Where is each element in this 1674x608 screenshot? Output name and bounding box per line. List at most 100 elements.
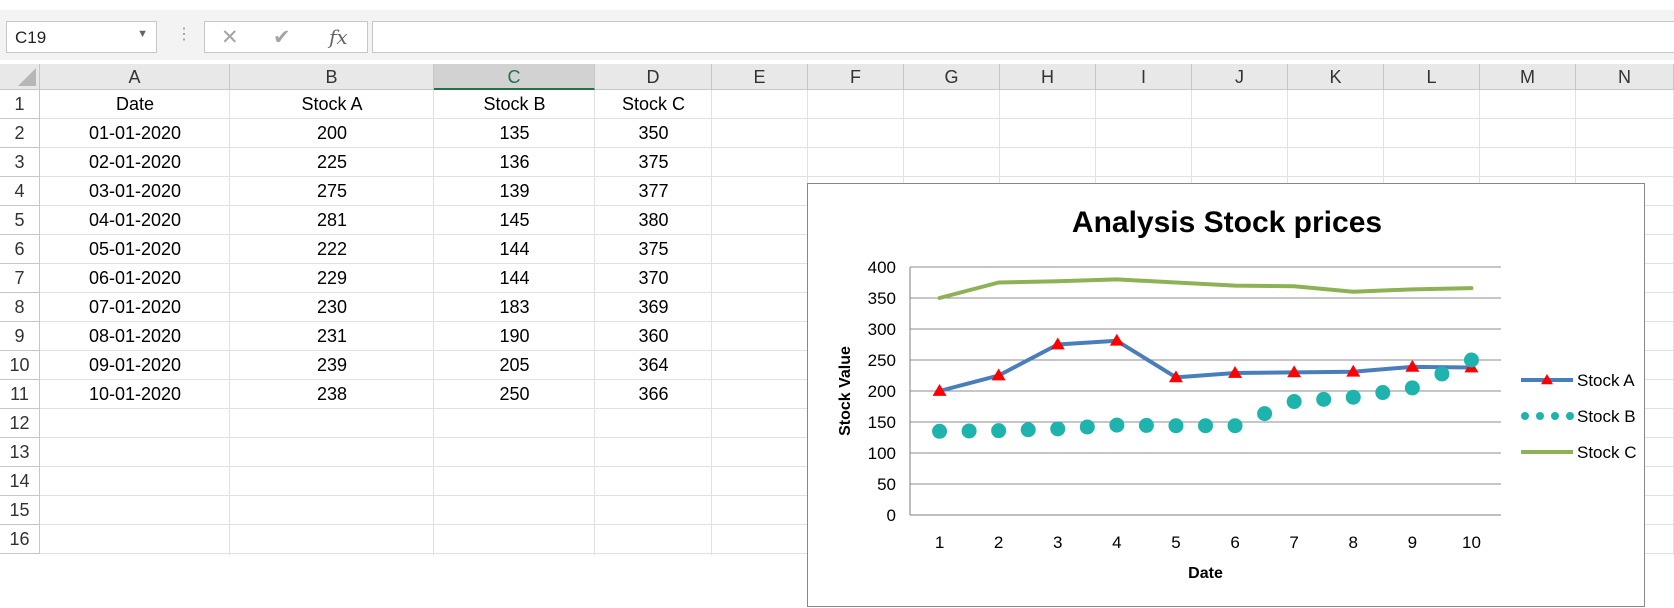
legend-label-stock-c: Stock C xyxy=(1577,443,1637,462)
data-cell[interactable]: 10-01-2020 xyxy=(40,380,230,409)
data-cell[interactable]: 09-01-2020 xyxy=(40,351,230,380)
data-cell[interactable]: 360 xyxy=(595,322,712,351)
data-cell[interactable]: 139 xyxy=(434,177,595,206)
y-tick-label: 200 xyxy=(868,382,896,401)
legend-swatch-stock-b xyxy=(1551,412,1559,420)
data-cell[interactable]: 364 xyxy=(595,351,712,380)
legend-swatch-stock-b xyxy=(1536,412,1544,420)
column-header-f[interactable]: F xyxy=(808,64,904,90)
data-cell[interactable]: 144 xyxy=(434,235,595,264)
data-cell[interactable]: 377 xyxy=(595,177,712,206)
row-header-6[interactable]: 6 xyxy=(0,235,40,264)
data-cell[interactable]: 144 xyxy=(434,264,595,293)
data-cell[interactable]: 380 xyxy=(595,206,712,235)
header-cell[interactable]: Stock C xyxy=(595,90,712,119)
series-dot-stock-b xyxy=(1316,391,1332,407)
column-header-g[interactable]: G xyxy=(904,64,1000,90)
data-cell[interactable]: 369 xyxy=(595,293,712,322)
column-headers: ABCDEFGHIJKLMN xyxy=(40,64,1674,90)
row-header-4[interactable]: 4 xyxy=(0,177,40,206)
row-header-2[interactable]: 2 xyxy=(0,119,40,148)
chart-object[interactable]: Analysis Stock prices 0 50 100 150 200 250 300 3… xyxy=(807,183,1645,607)
data-cell[interactable]: 250 xyxy=(434,380,595,409)
y-tick-label: 400 xyxy=(868,258,896,277)
select-all-button[interactable] xyxy=(0,64,40,90)
header-cell[interactable]: Date xyxy=(40,90,230,119)
enter-check-icon[interactable]: ✔ xyxy=(273,25,291,50)
data-cell[interactable]: 370 xyxy=(595,264,712,293)
drag-handle-icon[interactable]: ⋮ xyxy=(176,27,192,43)
column-header-c[interactable]: C xyxy=(434,64,595,90)
data-cell[interactable]: 239 xyxy=(230,351,434,380)
column-header-d[interactable]: D xyxy=(595,64,712,90)
series-dot-stock-b xyxy=(1020,422,1036,438)
column-header-i[interactable]: I xyxy=(1096,64,1192,90)
row-header-7[interactable]: 7 xyxy=(0,264,40,293)
insert-function-icon[interactable]: fx xyxy=(329,25,348,49)
data-cell[interactable]: 231 xyxy=(230,322,434,351)
row-header-10[interactable]: 10 xyxy=(0,351,40,380)
data-cell[interactable]: 375 xyxy=(595,148,712,177)
data-cell[interactable]: 375 xyxy=(595,235,712,264)
column-header-e[interactable]: E xyxy=(712,64,808,90)
legend-swatch-stock-b xyxy=(1521,412,1529,420)
data-cell[interactable]: 04-01-2020 xyxy=(40,206,230,235)
row-header-9[interactable]: 9 xyxy=(0,322,40,351)
chevron-down-icon[interactable]: ▼ xyxy=(137,28,148,40)
header-cell[interactable]: Stock A xyxy=(230,90,434,119)
column-header-j[interactable]: J xyxy=(1192,64,1288,90)
data-cell[interactable]: 225 xyxy=(230,148,434,177)
data-cell[interactable]: 238 xyxy=(230,380,434,409)
worksheet-grid: ABCDEFGHIJKLMN 1 2 3 4 5 6 7 8 9 10 11 12 13 14 15 16 D… xyxy=(0,64,1674,607)
data-cell[interactable]: 350 xyxy=(595,119,712,148)
column-header-b[interactable]: B xyxy=(230,64,434,90)
data-cell[interactable]: 136 xyxy=(434,148,595,177)
data-cell[interactable]: 145 xyxy=(434,206,595,235)
row-header-8[interactable]: 8 xyxy=(0,293,40,322)
data-point-stock-b xyxy=(991,423,1007,439)
column-header-h[interactable]: H xyxy=(1000,64,1096,90)
column-header-n[interactable]: N xyxy=(1576,64,1674,90)
data-cell[interactable]: 200 xyxy=(230,119,434,148)
data-point-stock-b xyxy=(1345,389,1361,405)
data-cell[interactable]: 02-01-2020 xyxy=(40,148,230,177)
column-header-l[interactable]: L xyxy=(1384,64,1480,90)
data-cell[interactable]: 190 xyxy=(434,322,595,351)
data-cell[interactable]: 05-01-2020 xyxy=(40,235,230,264)
column-header-k[interactable]: K xyxy=(1288,64,1384,90)
column-header-a[interactable]: A xyxy=(40,64,230,90)
row-header-13[interactable]: 13 xyxy=(0,438,40,467)
data-cell[interactable]: 366 xyxy=(595,380,712,409)
data-cell[interactable]: 07-01-2020 xyxy=(40,293,230,322)
data-cell[interactable]: 229 xyxy=(230,264,434,293)
select-all-icon xyxy=(18,68,36,86)
name-box[interactable]: C19 ▼ xyxy=(6,21,157,53)
data-cell[interactable]: 08-01-2020 xyxy=(40,322,230,351)
series-dot-stock-b xyxy=(961,423,977,439)
row-header-1[interactable]: 1 xyxy=(0,90,40,119)
data-cell[interactable]: 281 xyxy=(230,206,434,235)
data-cell[interactable]: 03-01-2020 xyxy=(40,177,230,206)
column-header-m[interactable]: M xyxy=(1480,64,1576,90)
row-header-14[interactable]: 14 xyxy=(0,467,40,496)
data-cell[interactable]: 205 xyxy=(434,351,595,380)
cancel-icon[interactable]: ✕ xyxy=(221,25,239,50)
row-header-16[interactable]: 16 xyxy=(0,525,40,554)
row-header-11[interactable]: 11 xyxy=(0,380,40,409)
data-cell[interactable]: 01-01-2020 xyxy=(40,119,230,148)
y-tick-label: 250 xyxy=(868,351,896,370)
formula-input[interactable] xyxy=(372,21,1674,53)
row-header-3[interactable]: 3 xyxy=(0,148,40,177)
row-header-15[interactable]: 15 xyxy=(0,496,40,525)
data-cell[interactable]: 222 xyxy=(230,235,434,264)
data-point-stock-b xyxy=(1109,417,1125,433)
row-header-12[interactable]: 12 xyxy=(0,409,40,438)
data-cell[interactable]: 183 xyxy=(434,293,595,322)
header-cell[interactable]: Stock B xyxy=(434,90,595,119)
row-header-5[interactable]: 5 xyxy=(0,206,40,235)
data-cell[interactable]: 275 xyxy=(230,177,434,206)
data-cell[interactable]: 230 xyxy=(230,293,434,322)
y-tick-label: 150 xyxy=(868,413,896,432)
data-cell[interactable]: 135 xyxy=(434,119,595,148)
data-cell[interactable]: 06-01-2020 xyxy=(40,264,230,293)
